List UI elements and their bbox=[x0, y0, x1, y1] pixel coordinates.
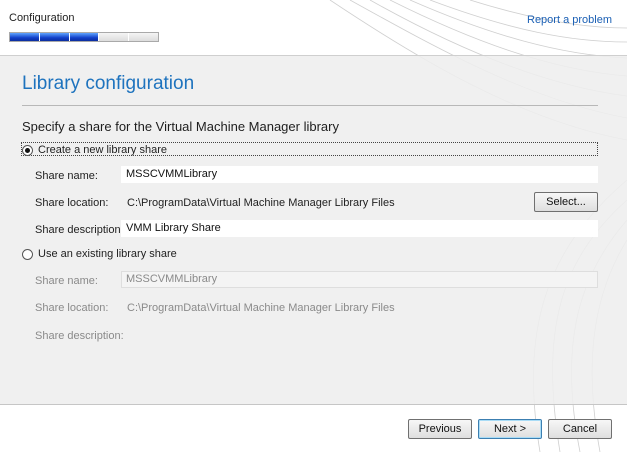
share-description-input[interactable]: VMM Library Share bbox=[121, 220, 598, 237]
select-button[interactable]: Select... bbox=[534, 192, 598, 212]
wizard-footer: Previous Next > Cancel bbox=[0, 404, 627, 452]
progress-bar bbox=[9, 32, 159, 42]
share-name-input[interactable]: MSSCVMMLibrary bbox=[121, 166, 598, 183]
radio-label: Create a new library share bbox=[38, 144, 168, 156]
wizard-header: Configuration Report a problem bbox=[0, 0, 627, 54]
share-location-value: C:\ProgramData\Virtual Machine Manager L… bbox=[127, 197, 395, 209]
existing-share-name-label: Share name: bbox=[35, 275, 98, 287]
title-divider bbox=[22, 105, 598, 106]
progress-step bbox=[129, 33, 158, 41]
share-description-label: Share description: bbox=[35, 224, 124, 236]
share-name-label: Share name: bbox=[35, 170, 98, 182]
radio-label: Use an existing library share bbox=[38, 248, 177, 260]
existing-share-name-input: MSSCVMMLibrary bbox=[121, 271, 598, 288]
next-button[interactable]: Next > bbox=[478, 419, 542, 439]
radio-use-existing-share[interactable]: Use an existing library share bbox=[22, 248, 177, 260]
share-location-label: Share location: bbox=[35, 197, 109, 209]
section-label: Configuration bbox=[9, 12, 75, 24]
page-subtitle: Specify a share for the Virtual Machine … bbox=[22, 119, 339, 134]
existing-share-location-value: C:\ProgramData\Virtual Machine Manager L… bbox=[127, 302, 395, 314]
previous-button[interactable]: Previous bbox=[408, 419, 472, 439]
page-title: Library configuration bbox=[22, 73, 195, 94]
radio-checked-icon[interactable] bbox=[22, 144, 33, 156]
progress-step bbox=[10, 33, 40, 41]
radio-create-new-share[interactable]: Create a new library share bbox=[22, 144, 167, 156]
cancel-button[interactable]: Cancel bbox=[548, 419, 612, 439]
radio-unchecked-icon[interactable] bbox=[22, 248, 33, 260]
progress-step bbox=[99, 33, 130, 41]
existing-share-description-label: Share description: bbox=[35, 330, 124, 342]
progress-step bbox=[69, 33, 100, 41]
report-problem-link[interactable]: Report a problem bbox=[527, 14, 612, 26]
existing-share-location-label: Share location: bbox=[35, 302, 109, 314]
progress-step bbox=[39, 33, 70, 41]
content-panel: Library configuration Specify a share fo… bbox=[0, 55, 627, 405]
